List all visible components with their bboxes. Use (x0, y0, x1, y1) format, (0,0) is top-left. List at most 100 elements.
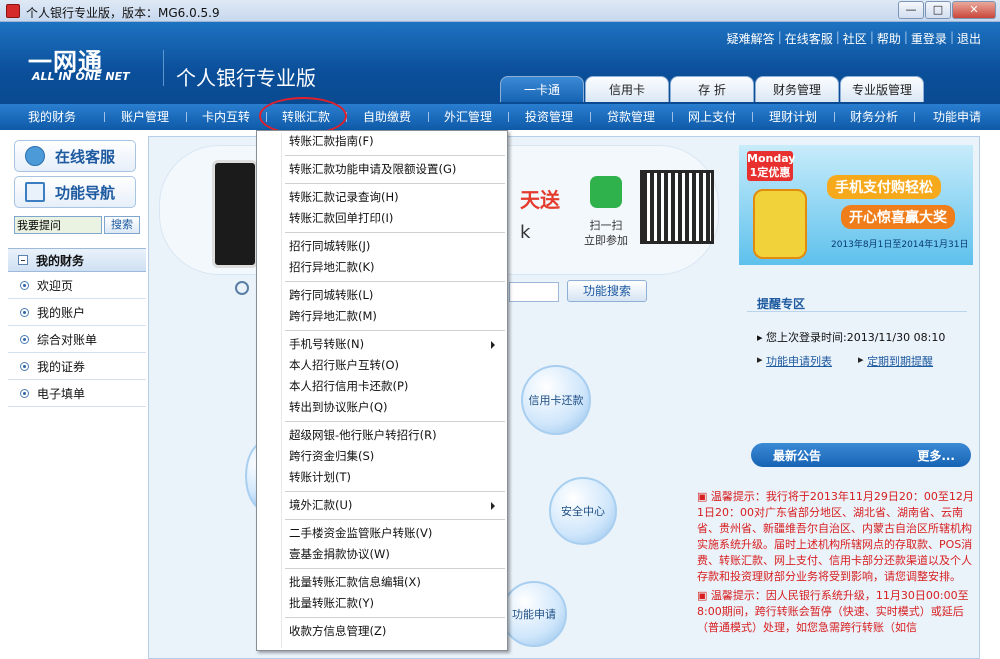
nav-item-my-account[interactable]: 我的账户 (8, 299, 146, 326)
dropdown-menu-item[interactable]: 壹基金捐款协议(W) (257, 544, 507, 565)
dropdown-menu-item-label: 跨行异地汇款(M) (289, 309, 377, 323)
dropdown-menu-item[interactable]: 招行异地汇款(K) (257, 257, 507, 278)
menu-function-apply[interactable]: 功能申请 (914, 104, 1000, 130)
link-help-faq[interactable]: 疑难解答 (724, 30, 778, 47)
window-title: 个人银行专业版，版本：MG6.0.5.9 (26, 6, 220, 20)
mobile-pay-ad[interactable]: Monday 1定优惠 手机支付购轻松 开心惊喜赢大奖 2013年8月1日至20… (739, 145, 973, 265)
ad-headline-2: 开心惊喜赢大奖 (841, 205, 955, 229)
maximize-button[interactable]: □ (925, 1, 951, 19)
menu-separator (285, 519, 505, 520)
menu-separator (285, 421, 505, 422)
bullet-icon (20, 280, 29, 290)
app-title: 个人银行专业版 (176, 66, 316, 90)
dropdown-menu-item-label: 本人招行信用卡还款(P) (289, 379, 409, 393)
nav-item-label: 我的账户 (37, 305, 86, 320)
nav-section-my-finance[interactable]: 我的财务 (8, 248, 146, 272)
menu-financial-analysis[interactable]: 财务分析 (834, 104, 914, 130)
function-search-button[interactable]: 功能搜索 (567, 280, 647, 302)
news-more-link[interactable]: 更多... (917, 447, 955, 464)
menu-online-payment[interactable]: 网上支付 (672, 104, 752, 130)
dropdown-menu-item-label: 本人招行账户互转(O) (289, 358, 400, 372)
menu-separator (285, 617, 505, 618)
dropdown-menu-item[interactable]: 本人招行账户互转(O) (257, 355, 507, 376)
link-relogin[interactable]: 重登录 (908, 30, 950, 47)
dropdown-menu-item[interactable]: 招行同城转账(J) (257, 236, 507, 257)
dropdown-menu-item[interactable]: 二手楼资金监管账户转账(V) (257, 523, 507, 544)
menu-wealth-plan[interactable]: 理财计划 (752, 104, 834, 130)
menu-card-transfer[interactable]: 卡内互转 (186, 104, 266, 130)
dropdown-menu-item[interactable]: 超级网银-他行账户转招行(R) (257, 425, 507, 446)
function-search-input[interactable] (509, 282, 559, 302)
nav-item-statement[interactable]: 综合对账单 (8, 326, 146, 353)
menu-investment[interactable]: 投资管理 (508, 104, 590, 130)
dropdown-menu-item[interactable]: 手机号转账(N) (257, 334, 507, 355)
menu-separator (285, 155, 505, 156)
link-online-service[interactable]: 在线客服 (782, 30, 836, 47)
reminder-panel: 提醒专区 ▸ 您上次登录时间:2013/11/30 08:10 ▸ 功能申请列表… (735, 277, 979, 387)
dropdown-menu-item[interactable]: 收款方信息管理(Z) (257, 621, 507, 642)
tab-debit-card[interactable]: 一卡通 (500, 76, 584, 102)
credit-repay-circle[interactable]: 信用卡还款 (521, 365, 591, 435)
link-apply-list[interactable]: 功能申请列表 (766, 353, 832, 369)
menu-forex[interactable]: 外汇管理 (428, 104, 508, 130)
window-titlebar: 个人银行专业版，版本：MG6.0.5.9 — □ ✕ (0, 0, 1000, 22)
dropdown-menu-item[interactable]: 转账计划(T) (257, 467, 507, 488)
dropdown-menu-item[interactable]: 转账汇款记录查询(H) (257, 187, 507, 208)
bullet-icon (20, 307, 29, 317)
news-item[interactable]: ▣ 温馨提示：因人民银行系统升级，11月30日00:00至8:00期间，跨行转账… (697, 588, 979, 636)
menu-self-payment[interactable]: 自助缴费 (346, 104, 428, 130)
collapse-icon (18, 255, 28, 265)
menu-account-management[interactable]: 账户管理 (104, 104, 186, 130)
dropdown-menu-item[interactable]: 转出到协议账户(Q) (257, 397, 507, 418)
menu-loan[interactable]: 贷款管理 (590, 104, 672, 130)
dropdown-menu-item-label: 转账汇款记录查询(H) (289, 190, 399, 204)
nav-item-label: 欢迎页 (37, 278, 74, 293)
tab-credit-card[interactable]: 信用卡 (585, 76, 669, 102)
dropdown-menu-item-label: 二手楼资金监管账户转账(V) (289, 526, 433, 540)
nav-item-welcome[interactable]: 欢迎页 (8, 272, 146, 299)
tab-passbook[interactable]: 存 折 (670, 76, 754, 102)
dropdown-menu-item[interactable]: 本人招行信用卡还款(P) (257, 376, 507, 397)
function-apply-circle[interactable]: 功能申请 (501, 581, 567, 647)
question-input[interactable] (14, 216, 102, 234)
nav-item-e-form[interactable]: 电子填单 (8, 380, 146, 407)
dropdown-menu-item[interactable]: 跨行异地汇款(M) (257, 306, 507, 327)
nav-item-securities[interactable]: 我的证券 (8, 353, 146, 380)
tab-finance-management[interactable]: 财务管理 (755, 76, 839, 102)
dropdown-menu-item[interactable]: 跨行资金归集(S) (257, 446, 507, 467)
online-service-label: 在线客服 (55, 147, 116, 166)
dropdown-menu-item[interactable]: 转账汇款回单打印(I) (257, 208, 507, 229)
bullet-icon (20, 388, 29, 398)
tab-pro-management[interactable]: 专业版管理 (840, 76, 924, 102)
minimize-button[interactable]: — (898, 1, 924, 19)
news-item[interactable]: ▣ 温馨提示：我行将于2013年11月29日20：00至12月1日20：00对广… (697, 489, 979, 585)
link-community[interactable]: 社区 (840, 30, 870, 47)
dropdown-menu-item[interactable]: 转账汇款指南(F) (257, 131, 507, 152)
dropdown-menu-item[interactable]: 跨行同城转账(L) (257, 285, 507, 306)
link-deposit-expiry[interactable]: 定期到期提醒 (867, 353, 933, 369)
question-search-button[interactable]: 搜索 (104, 216, 140, 234)
menu-separator (285, 232, 505, 233)
mascot-image (753, 189, 807, 259)
menu-separator (285, 281, 505, 282)
last-login-text: 您上次登录时间:2013/11/30 08:10 (766, 331, 946, 344)
submenu-arrow-icon (491, 502, 495, 510)
dropdown-menu-item-label: 收款方信息管理(Z) (289, 624, 387, 638)
dropdown-menu-item-label: 壹基金捐款协议(W) (289, 547, 390, 561)
dropdown-menu-item-label: 招行异地汇款(K) (289, 260, 375, 274)
dropdown-menu-item[interactable]: 转账汇款功能申请及限额设置(G) (257, 159, 507, 180)
wechat-caption-line2: 立即参加 (584, 234, 628, 247)
dropdown-menu-item[interactable]: 批量转账汇款信息编辑(X) (257, 572, 507, 593)
online-service-button[interactable]: 在线客服 (14, 140, 136, 172)
qr-code (640, 170, 714, 244)
link-exit[interactable]: 退出 (954, 30, 984, 47)
dropdown-menu-item[interactable]: 批量转账汇款(Y) (257, 593, 507, 614)
dropdown-menu-item[interactable]: 境外汇款(U) (257, 495, 507, 516)
close-button[interactable]: ✕ (952, 1, 996, 19)
function-nav-button[interactable]: 功能导航 (14, 176, 136, 208)
news-list: ▣ 温馨提示：我行将于2013年11月29日20：00至12月1日20：00对广… (697, 489, 979, 659)
menu-my-finance[interactable]: 我的财务 (0, 104, 104, 130)
banner-red-text: 天送 (520, 188, 560, 212)
security-center-circle[interactable]: 安全中心 (549, 477, 617, 545)
link-help[interactable]: 帮助 (874, 30, 904, 47)
